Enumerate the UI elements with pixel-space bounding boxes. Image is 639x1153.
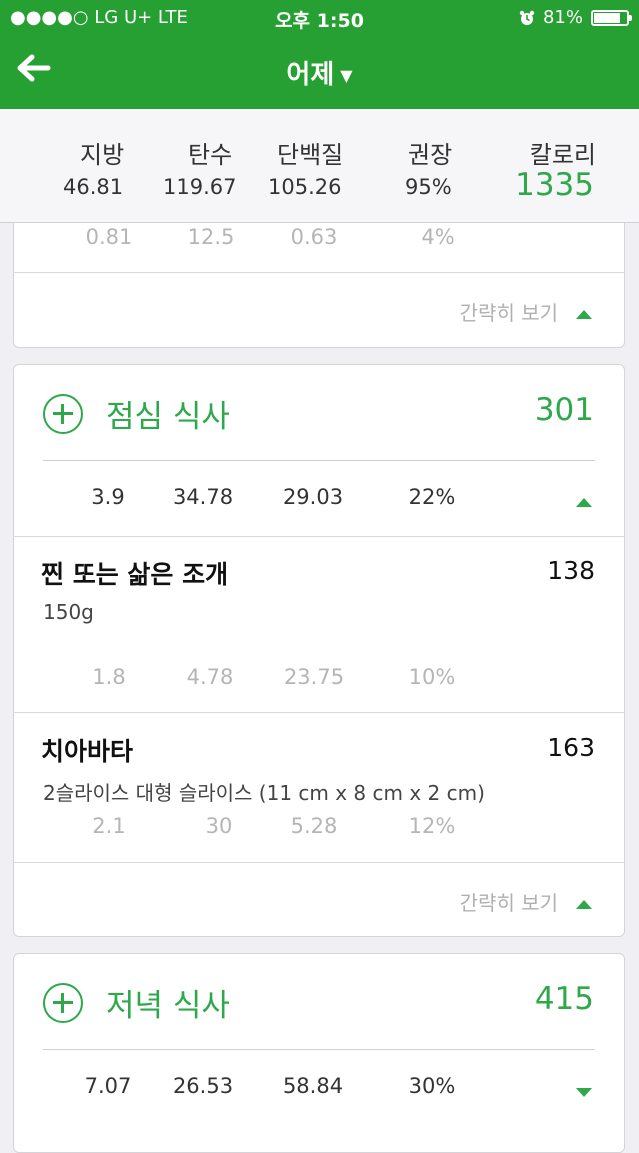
meal-title[interactable]: 저녁 식사 [106, 980, 230, 1025]
carbs-value: 119.67 [163, 175, 237, 199]
item-rec: 4% [421, 225, 455, 249]
food-calories: 163 [547, 733, 595, 762]
meal-calories: 415 [534, 981, 594, 1017]
nav-bar: 어제 ▼ [0, 36, 639, 109]
item-protein: 0.63 [290, 225, 338, 249]
divider [14, 862, 624, 863]
recommended-value: 95% [405, 175, 452, 199]
collapse-button[interactable]: 간략히 보기 [460, 887, 592, 916]
meal-protein: 58.84 [282, 1074, 344, 1098]
food-name[interactable]: 치아바타 [41, 732, 133, 768]
meal-rec: 22% [408, 485, 456, 509]
alarm-clock-icon [519, 10, 535, 25]
divider [43, 1049, 595, 1050]
battery-icon [591, 9, 632, 26]
meal-fat: 7.07 [84, 1074, 132, 1098]
collapse-label: 간략히 보기 [459, 891, 558, 915]
meal-carbs: 34.78 [172, 485, 234, 509]
fat-value: 46.81 [63, 175, 124, 199]
divider [14, 536, 624, 537]
item-fat: 1.8 [92, 665, 126, 689]
item-rec: 10% [408, 665, 456, 689]
meal-carbs: 26.53 [172, 1074, 234, 1098]
page-title: 어제 [286, 60, 335, 90]
lunch-card: 점심 식사 301 3.9 34.78 29.03 22% 찐 또는 삶은 조개… [13, 364, 625, 937]
protein-label: 단백질 [277, 141, 344, 169]
date-selector[interactable]: 어제 ▼ [0, 54, 639, 91]
meal-fat: 3.9 [91, 485, 125, 509]
item-carbs: 4.78 [186, 665, 234, 689]
caret-down-icon: ▼ [340, 66, 353, 85]
item-fat: 2.1 [92, 814, 126, 838]
meal-title[interactable]: 점심 식사 [106, 391, 230, 436]
item-rec: 12% [408, 814, 456, 838]
calories-label: 칼로리 [529, 141, 596, 169]
food-serving: 150g [43, 600, 94, 624]
expand-toggle[interactable] [576, 1082, 592, 1101]
item-protein: 5.28 [290, 814, 338, 838]
meal-rec: 30% [408, 1074, 456, 1098]
expand-toggle[interactable] [576, 492, 592, 511]
carbs-label: 탄수 [188, 141, 233, 169]
add-food-button[interactable] [43, 983, 83, 1023]
triangle-down-icon [576, 1088, 592, 1097]
recommended-label: 권장 [408, 141, 453, 169]
divider [43, 460, 595, 461]
meal-protein: 29.03 [282, 485, 344, 509]
item-fat: 0.81 [85, 225, 133, 249]
item-carbs: 30 [205, 814, 233, 838]
food-serving: 2슬라이스 대형 슬라이스 (11 cm x 8 cm x 2 cm) [43, 781, 485, 805]
status-right: 81% [519, 7, 632, 28]
calories-value: 1335 [515, 167, 594, 203]
add-food-button[interactable] [43, 394, 83, 434]
divider [14, 712, 624, 713]
status-bar: ●●●●○ LG U+ LTE 오후 1:50 81% [0, 0, 639, 36]
collapse-button[interactable]: 간략히 보기 [460, 297, 592, 326]
triangle-up-icon [576, 900, 592, 909]
fat-label: 지방 [80, 141, 125, 169]
battery-percent: 81% [542, 7, 583, 28]
protein-value: 105.26 [268, 175, 342, 199]
dinner-card: 저녁 식사 415 7.07 26.53 58.84 30% [13, 953, 625, 1153]
triangle-up-icon [576, 310, 592, 319]
food-calories: 138 [547, 556, 595, 585]
food-name[interactable]: 찐 또는 삶은 조개 [41, 555, 228, 591]
item-carbs: 12.5 [187, 225, 235, 249]
triangle-up-icon [576, 498, 592, 507]
item-protein: 23.75 [283, 665, 345, 689]
divider [14, 272, 624, 273]
daily-summary: 지방 46.81 탄수 119.67 단백질 105.26 권장 95% 칼로리… [0, 109, 639, 223]
collapse-label: 간략히 보기 [459, 301, 558, 325]
meal-calories: 301 [534, 392, 594, 428]
